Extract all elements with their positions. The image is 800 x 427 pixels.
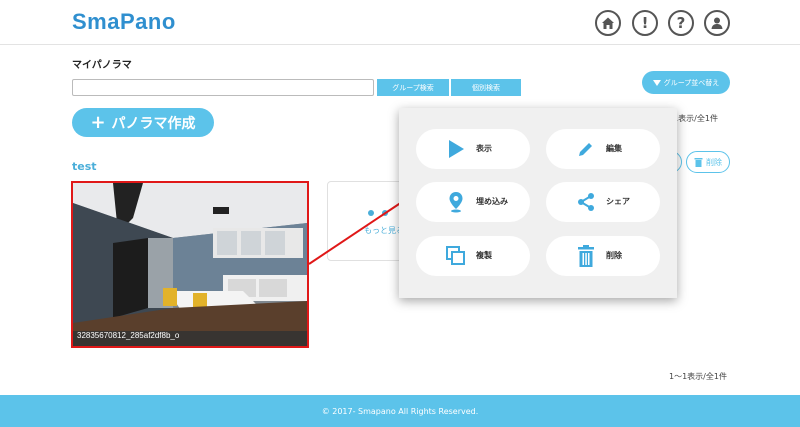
individual-search-button[interactable]: 個別検索 [451,79,521,96]
menu-embed-label: 埋め込み [476,197,508,206]
page-title: マイパノラマ [72,60,132,71]
header: SmaPano ! ? [0,0,800,45]
logo[interactable]: SmaPano [72,9,176,35]
play-icon [446,139,466,159]
create-panorama-label: パノラマ作成 [111,115,196,132]
help-glyph: ? [676,14,686,32]
group-search-button[interactable]: グループ検索 [377,79,449,96]
context-menu: 表示 編集 埋め込み シェア 複製 削除 [399,108,677,298]
menu-view-button[interactable]: 表示 [416,129,530,169]
menu-duplicate-label: 複製 [476,251,492,260]
menu-delete-button[interactable]: 削除 [546,236,660,276]
panorama-image [73,183,307,346]
more-label: もっと見る [364,226,404,235]
home-icon[interactable] [595,10,621,36]
footer: © 2017- Smapano All Rights Reserved. [0,395,800,427]
group-delete-button[interactable]: 削除 [686,151,730,173]
trash-icon [576,245,596,267]
menu-edit-label: 編集 [606,144,622,153]
page: SmaPano ! ? マイパノラマ グループ検索 個別検索 グループ並べ替え … [0,0,800,427]
sort-groups-button[interactable]: グループ並べ替え [642,71,730,94]
menu-edit-button[interactable]: 編集 [546,129,660,169]
group-name[interactable]: test [72,160,97,173]
menu-embed-button[interactable]: 埋め込み [416,182,530,222]
menu-delete-label: 削除 [606,251,622,260]
menu-duplicate-button[interactable]: 複製 [416,236,530,276]
triangle-down-icon [652,79,661,86]
copyright-text: © 2017- Smapano All Rights Reserved. [321,406,479,416]
plus-icon: + [90,111,106,133]
sort-groups-label: グループ並べ替え [663,78,720,87]
help-icon[interactable]: ? [668,10,694,36]
panorama-caption: 32835670812_285af2df8b_o [77,331,180,340]
share-icon [576,192,596,212]
group-delete-label: 削除 [706,157,722,167]
create-panorama-button[interactable]: + パノラマ作成 [72,108,214,137]
search-input[interactable] [72,79,374,96]
panorama-thumbnail[interactable]: 32835670812_285af2df8b_o [71,181,309,348]
info-icon[interactable]: ! [632,10,658,36]
duplicate-icon [446,246,466,266]
menu-share-label: シェア [606,197,630,206]
location-pin-icon [446,192,466,213]
menu-view-label: 表示 [476,144,492,153]
info-glyph: ! [641,14,649,32]
user-icon[interactable] [704,10,730,36]
more-dots-icon [368,210,388,216]
menu-share-button[interactable]: シェア [546,182,660,222]
trash-icon [694,158,703,167]
result-count-bottom: 1〜1表示/全1件 [669,372,727,381]
pencil-icon [576,139,596,159]
